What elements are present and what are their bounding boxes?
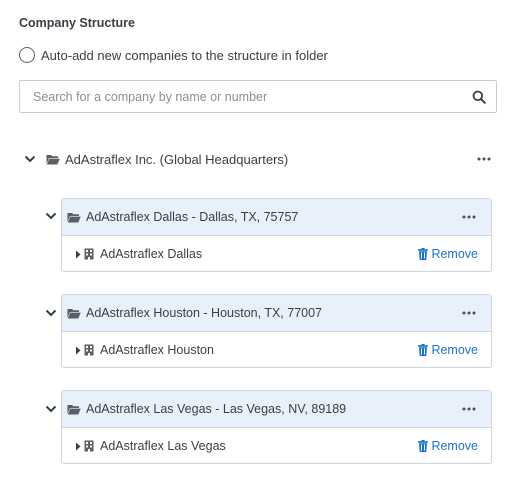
auto-add-radio[interactable] [19, 47, 35, 63]
chevron-down-icon[interactable] [45, 212, 57, 220]
company-label[interactable]: AdAstraflex Dallas [100, 247, 202, 261]
remove-button[interactable]: Remove [418, 343, 478, 357]
remove-button[interactable]: Remove [418, 439, 478, 453]
company-label[interactable]: AdAstraflex Las Vegas [100, 439, 226, 453]
root-node-label[interactable]: AdAstraflex Inc. (Global Headquarters) [65, 152, 288, 167]
company-row: AdAstraflex Las Vegas Remove [62, 428, 491, 463]
trash-icon [418, 440, 429, 452]
group-header[interactable]: AdAstraflex Dallas - Dallas, TX, 75757 [62, 199, 491, 236]
more-icon[interactable] [461, 407, 477, 411]
trash-icon [418, 344, 429, 356]
folder-open-icon [67, 308, 81, 318]
remove-button[interactable]: Remove [418, 247, 478, 261]
building-icon [84, 344, 94, 356]
group-folder-label: AdAstraflex Houston - Houston, TX, 77007 [86, 306, 323, 320]
remove-label: Remove [431, 247, 478, 261]
group-card: AdAstraflex Las Vegas - Las Vegas, NV, 8… [61, 390, 492, 464]
company-label[interactable]: AdAstraflex Houston [100, 343, 214, 357]
group-header[interactable]: AdAstraflex Houston - Houston, TX, 77007 [62, 295, 491, 332]
auto-add-option[interactable]: Auto-add new companies to the structure … [19, 46, 328, 64]
more-icon[interactable] [476, 157, 492, 161]
chevron-down-icon[interactable] [45, 405, 57, 413]
group-card: AdAstraflex Dallas - Dallas, TX, 75757 A… [61, 198, 492, 272]
more-icon[interactable] [461, 215, 477, 219]
group-header[interactable]: AdAstraflex Las Vegas - Las Vegas, NV, 8… [62, 391, 491, 428]
company-row: AdAstraflex Houston Remove [62, 332, 491, 367]
section-title: Company Structure [19, 16, 135, 30]
folder-open-icon [67, 404, 81, 414]
caret-right-icon[interactable] [75, 346, 81, 355]
building-icon [84, 248, 94, 260]
company-row: AdAstraflex Dallas Remove [62, 236, 491, 271]
trash-icon [418, 248, 429, 260]
search-icon[interactable] [472, 90, 486, 104]
company-search [19, 80, 497, 113]
root-node: AdAstraflex Inc. (Global Headquarters) [24, 148, 492, 170]
more-icon[interactable] [461, 311, 477, 315]
folder-open-icon [67, 212, 81, 222]
chevron-down-icon[interactable] [45, 309, 57, 317]
remove-label: Remove [431, 439, 478, 453]
group-folder-label: AdAstraflex Dallas - Dallas, TX, 75757 [86, 210, 299, 224]
caret-right-icon[interactable] [75, 442, 81, 451]
folder-open-icon [46, 154, 60, 164]
group-folder-label: AdAstraflex Las Vegas - Las Vegas, NV, 8… [86, 402, 347, 416]
auto-add-label: Auto-add new companies to the structure … [41, 47, 328, 63]
chevron-down-icon[interactable] [24, 155, 36, 163]
remove-label: Remove [431, 343, 478, 357]
caret-right-icon[interactable] [75, 250, 81, 259]
building-icon [84, 440, 94, 452]
search-input[interactable] [20, 81, 450, 112]
group-card: AdAstraflex Houston - Houston, TX, 77007… [61, 294, 492, 368]
